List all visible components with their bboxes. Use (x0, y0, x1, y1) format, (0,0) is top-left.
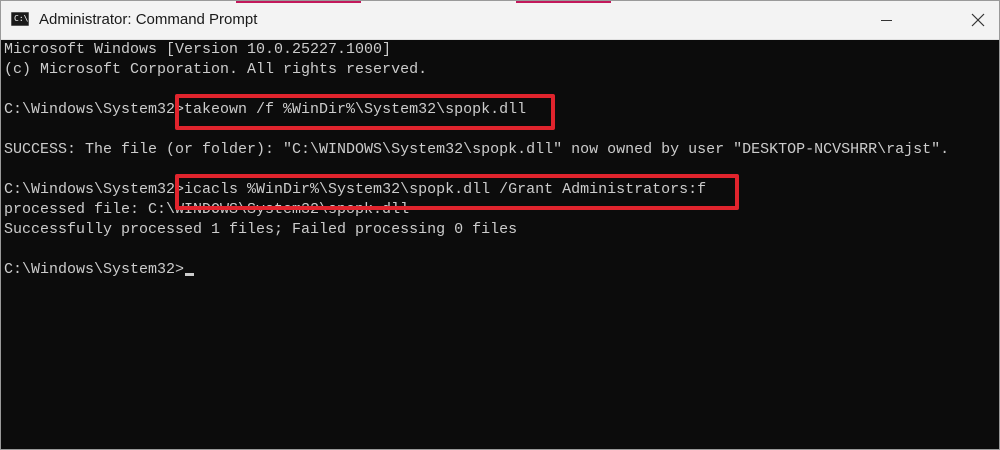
window-title: Administrator: Command Prompt (39, 11, 258, 28)
console-line: SUCCESS: The file (or folder): "C:\WINDO… (4, 140, 949, 160)
highlight-box-takeown (175, 94, 555, 130)
text-cursor (185, 273, 195, 276)
console-line: Microsoft Windows [Version 10.0.25227.10… (4, 40, 391, 60)
highlight-box-icacls (175, 174, 739, 210)
minimize-icon (881, 20, 892, 21)
console-output[interactable]: Microsoft Windows [Version 10.0.25227.10… (1, 40, 999, 449)
console-line: Successfully processed 1 files; Failed p… (4, 220, 517, 240)
console-line-text: Microsoft Windows [Version 10.0.25227.10… (4, 41, 392, 58)
console-line-text: SUCCESS: The file (or folder): "C:\WINDO… (4, 141, 950, 158)
console-line-text: (c) Microsoft Corporation. All rights re… (4, 61, 428, 78)
console-line: C:\Windows\System32> (4, 260, 195, 280)
console-prompt: C:\Windows\System32> (4, 261, 185, 278)
close-button[interactable] (953, 1, 999, 39)
close-icon (971, 13, 985, 27)
console-prompt: C:\Windows\System32> (4, 181, 185, 198)
minimize-button[interactable] (863, 1, 909, 39)
command-prompt-icon[interactable]: C:\ (11, 12, 29, 26)
command-prompt-icon-label: C:\ (14, 14, 29, 23)
console-prompt: C:\Windows\System32> (4, 101, 185, 118)
console-line: (c) Microsoft Corporation. All rights re… (4, 60, 427, 80)
console-line-text: Successfully processed 1 files; Failed p… (4, 221, 518, 238)
title-bar[interactable]: C:\ Administrator: Command Prompt (1, 1, 999, 40)
title-accent-strip (236, 1, 361, 3)
command-prompt-window: C:\ Administrator: Command Prompt Micros… (0, 0, 1000, 450)
title-accent-strip (516, 1, 611, 3)
